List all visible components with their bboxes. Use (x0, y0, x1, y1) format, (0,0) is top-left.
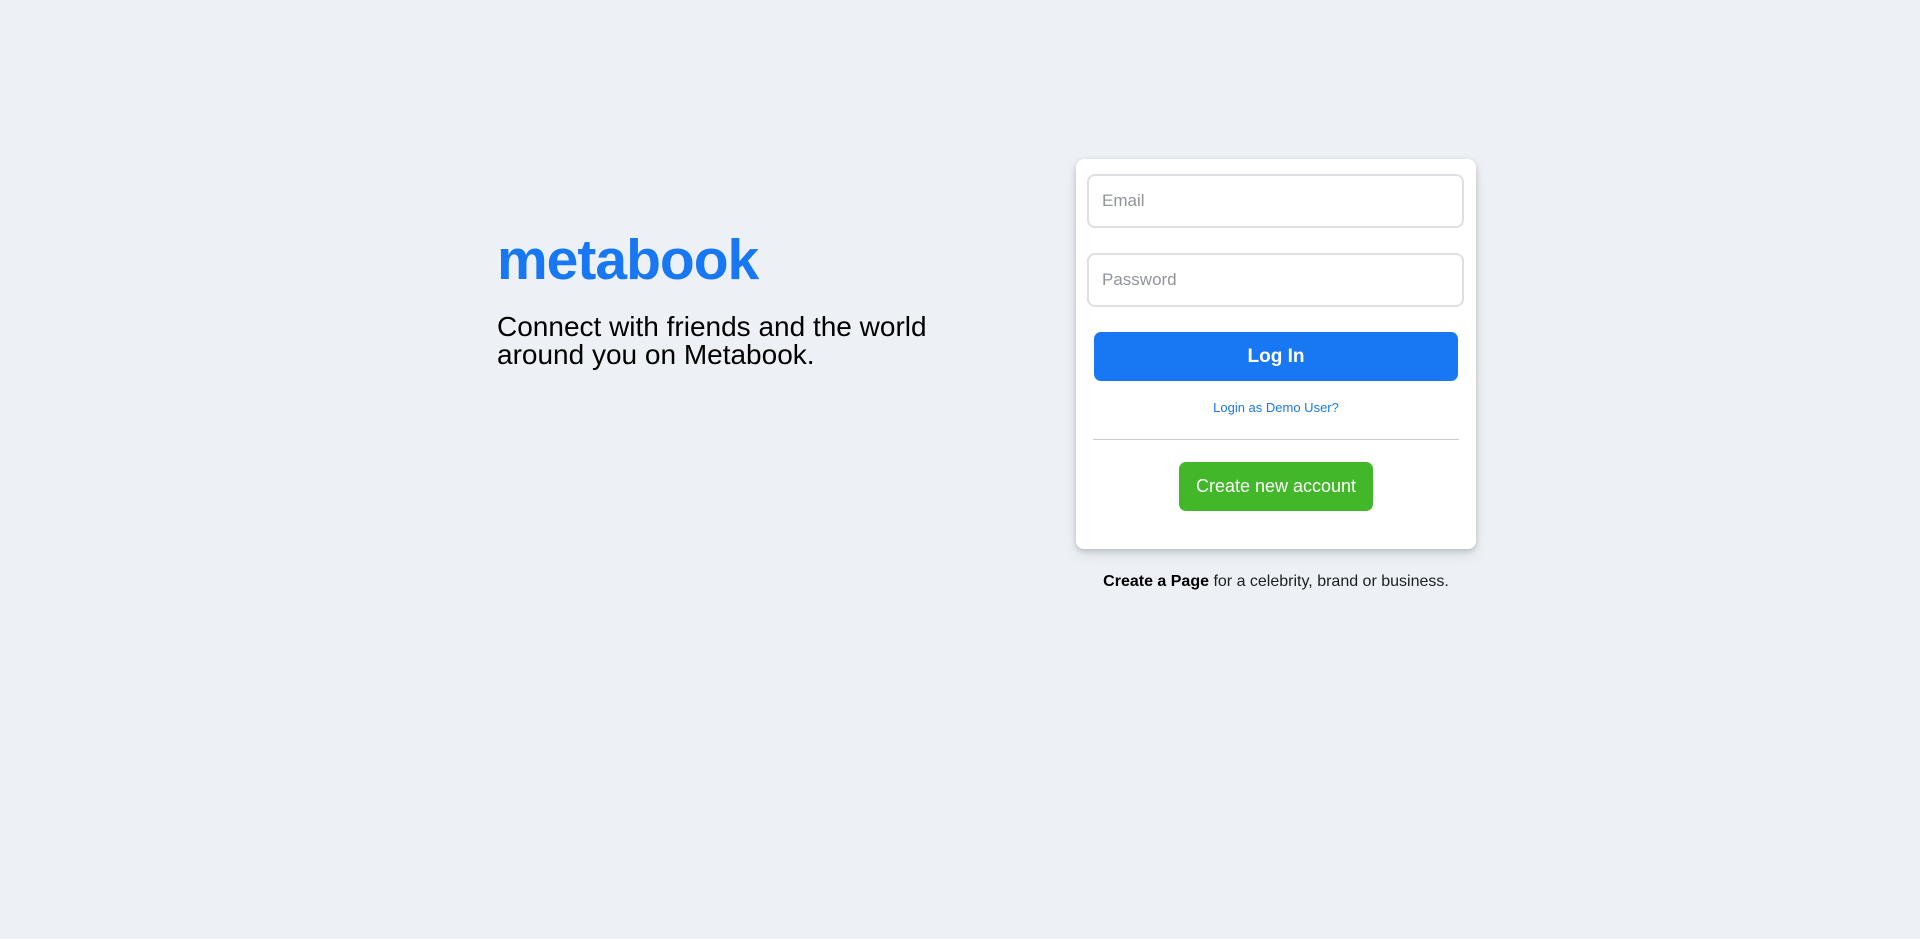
divider (1093, 439, 1459, 440)
page-background: metabook Connect with friends and the wo… (0, 0, 1920, 939)
login-button[interactable]: Log In (1094, 332, 1458, 381)
create-page-note: Create a Page for a celebrity, brand or … (1076, 573, 1476, 591)
email-input[interactable] (1087, 174, 1464, 228)
create-account-button[interactable]: Create new account (1179, 462, 1373, 511)
brand-logo: metabook (497, 228, 759, 292)
login-card: Log In Login as Demo User? Create new ac… (1076, 159, 1476, 549)
password-input[interactable] (1087, 253, 1464, 307)
create-page-note-text: for a celebrity, brand or business. (1209, 573, 1449, 590)
create-page-link[interactable]: Create a Page (1103, 573, 1209, 590)
demo-login-link[interactable]: Login as Demo User? (1076, 400, 1476, 415)
brand-tagline: Connect with friends and the world aroun… (497, 311, 927, 370)
brand-section: metabook Connect with friends and the wo… (497, 232, 967, 369)
